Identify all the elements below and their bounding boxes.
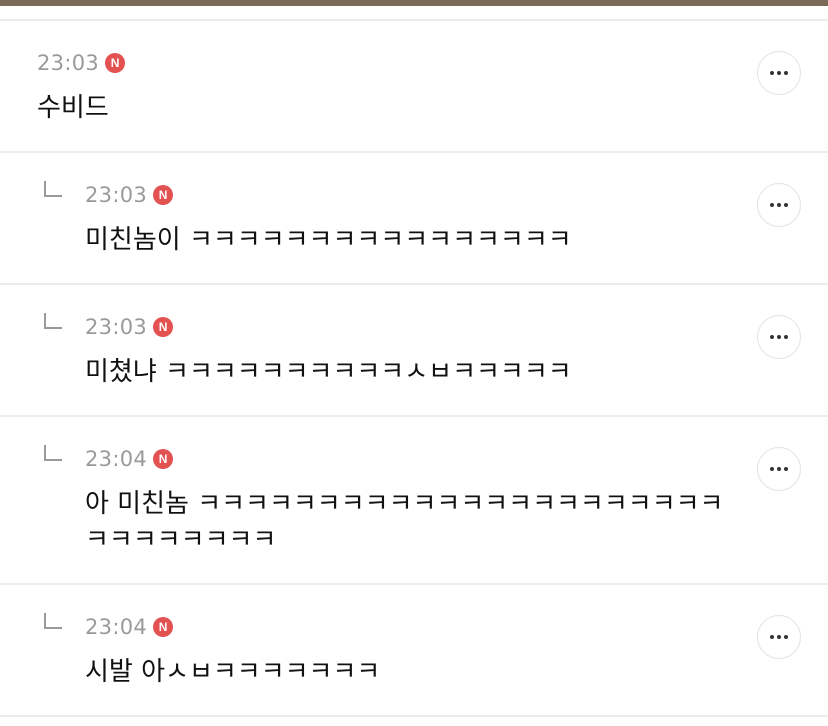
new-badge-icon: N xyxy=(105,53,126,73)
new-badge-icon: N xyxy=(153,449,174,469)
comment-time: 23:04 xyxy=(85,615,148,639)
comment-time: 23:03 xyxy=(85,183,148,207)
comment-time: 23:03 xyxy=(37,51,100,75)
more-options-button[interactable] xyxy=(757,447,801,491)
more-dots-icon xyxy=(770,71,774,75)
comment-meta: 23:04 N xyxy=(85,614,174,640)
comment-meta: 23:04 N xyxy=(85,446,174,472)
comment-text: 아 미친놈 ㅋㅋㅋㅋㅋㅋㅋㅋㅋㅋㅋㅋㅋㅋㅋㅋㅋㅋㅋㅋㅋㅋ xyxy=(85,489,724,519)
comment-meta: 23:03 N xyxy=(85,182,174,208)
comment-time: 23:03 xyxy=(85,315,148,339)
comment-meta: 23:03 N xyxy=(85,314,174,340)
reply-arrow-icon xyxy=(44,445,62,461)
comment-text: 미쳤냐 ㅋㅋㅋㅋㅋㅋㅋㅋㅋㅋㅅㅂㅋㅋㅋㅋㅋ xyxy=(85,357,572,387)
more-options-button[interactable] xyxy=(757,51,801,95)
comment-meta: 23:03 N xyxy=(37,50,126,76)
reply-arrow-icon xyxy=(44,313,62,329)
reply-item: 23:03 N 미친놈이 ㅋㅋㅋㅋㅋㅋㅋㅋㅋㅋㅋㅋㅋㅋㅋㅋ xyxy=(0,153,828,285)
new-badge-icon: N xyxy=(153,317,174,337)
comment-item: 23:03 N 수비드 xyxy=(0,21,828,153)
reply-item: 23:04 N 시발 아ㅅㅂㅋㅋㅋㅋㅋㅋㅋ xyxy=(0,585,828,717)
new-badge-icon: N xyxy=(153,617,174,637)
more-options-button[interactable] xyxy=(757,183,801,227)
more-options-button[interactable] xyxy=(757,315,801,359)
more-dots-icon xyxy=(770,467,774,471)
reply-item: 23:04 N 아 미친놈 ㅋㅋㅋㅋㅋㅋㅋㅋㅋㅋㅋㅋㅋㅋㅋㅋㅋㅋㅋㅋㅋㅋ ㅋㅋㅋ… xyxy=(0,417,828,585)
more-dots-icon xyxy=(770,635,774,639)
comment-text: 수비드 xyxy=(37,93,109,123)
comment-text: 미친놈이 ㅋㅋㅋㅋㅋㅋㅋㅋㅋㅋㅋㅋㅋㅋㅋㅋ xyxy=(85,225,572,255)
more-dots-icon xyxy=(770,203,774,207)
new-badge-icon: N xyxy=(153,185,174,205)
reply-arrow-icon xyxy=(44,613,62,629)
reply-arrow-icon xyxy=(44,181,62,197)
more-dots-icon xyxy=(770,335,774,339)
comment-text: 시발 아ㅅㅂㅋㅋㅋㅋㅋㅋㅋ xyxy=(85,657,381,687)
top-accent-bar xyxy=(0,0,828,6)
comment-text-continued: ㅋㅋㅋㅋㅋㅋㅋㅋ xyxy=(85,525,277,555)
comment-divider xyxy=(0,715,828,717)
comment-time: 23:04 xyxy=(85,447,148,471)
reply-item: 23:03 N 미쳤냐 ㅋㅋㅋㅋㅋㅋㅋㅋㅋㅋㅅㅂㅋㅋㅋㅋㅋ xyxy=(0,285,828,417)
more-options-button[interactable] xyxy=(757,615,801,659)
